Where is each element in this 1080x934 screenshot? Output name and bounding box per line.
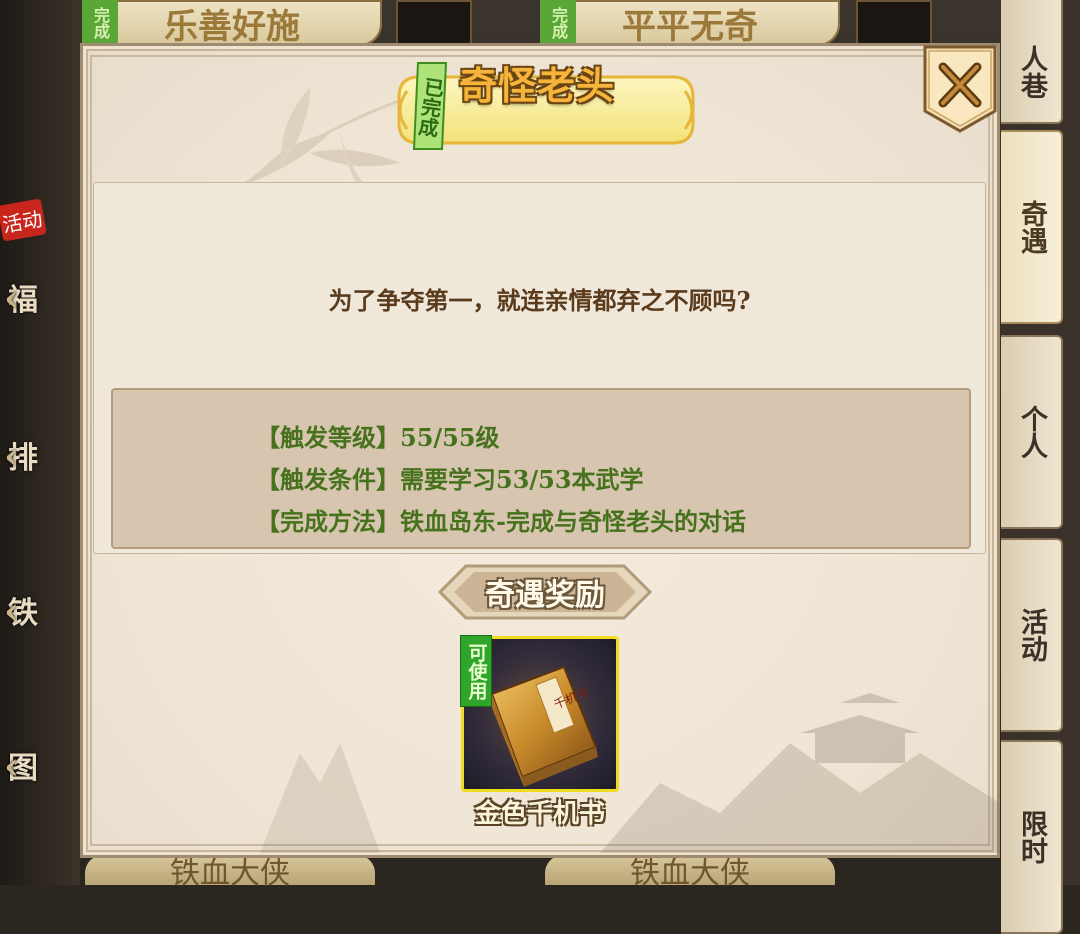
quest-card[interactable]: 完成 平平无奇 bbox=[540, 0, 840, 47]
tab-qiyu[interactable]: 奇遇 bbox=[1001, 130, 1063, 324]
right-tab-bar: 人巷 奇遇 个人 活动 限时 bbox=[1001, 0, 1080, 934]
reward-header: 奇遇奖励 bbox=[485, 578, 605, 613]
tab-huodong[interactable]: 活动 bbox=[1001, 538, 1063, 732]
tab-geren[interactable]: 个人 bbox=[1001, 335, 1063, 529]
dialog-title: 奇怪老头 bbox=[458, 62, 615, 108]
encounter-content: 为了争夺第一，就连亲情都弃之不顾吗? 【触发等级】55/55级 【触发条件】需要… bbox=[93, 182, 986, 554]
reward-item[interactable]: 千机书 可使用 bbox=[460, 635, 619, 792]
encounter-dialog: 已完成 奇怪老头 为了争夺第一，就连亲情都弃之不顾吗? 【触发等级】55/55级… bbox=[80, 43, 1000, 858]
left-nav-item[interactable]: ‹ 图 bbox=[0, 730, 46, 800]
left-nav-item[interactable]: ‹ 排 bbox=[0, 420, 46, 490]
quest-card[interactable]: 铁血大侠 bbox=[545, 855, 835, 891]
chevron-left-icon: ‹ bbox=[4, 587, 20, 633]
usable-tag: 可使用 bbox=[460, 635, 492, 707]
reward-item-name: 金色千机书 bbox=[474, 799, 605, 829]
chevron-left-icon: ‹ bbox=[4, 274, 20, 320]
close-button[interactable] bbox=[923, 45, 997, 133]
done-tag: 完成 bbox=[540, 0, 576, 46]
pavilion-decoration bbox=[600, 693, 1000, 853]
done-tag: 完成 bbox=[82, 0, 118, 46]
left-nav-item[interactable]: ‹ 铁 bbox=[0, 575, 46, 645]
encounter-question: 为了争夺第一，就连亲情都弃之不顾吗? bbox=[328, 286, 751, 315]
quest-card[interactable]: 铁血大侠 bbox=[85, 855, 375, 891]
chevron-left-icon: ‹ bbox=[4, 742, 20, 788]
tab-renxiang[interactable]: 人巷 bbox=[1001, 0, 1063, 124]
trigger-level: 【触发等级】55/55级 bbox=[256, 423, 500, 452]
usable-tag-text: 可使用 bbox=[465, 642, 488, 700]
tab-xianshi[interactable]: 限时 bbox=[1001, 740, 1063, 934]
mountain-decoration bbox=[260, 743, 380, 853]
trigger-conditions: 【触发等级】55/55级 【触发条件】需要学习53/53本武学 【完成方法】铁血… bbox=[111, 388, 971, 549]
left-nav-item[interactable]: ‹ 福 bbox=[0, 262, 46, 332]
activity-badge: 活动 bbox=[0, 198, 47, 242]
trigger-condition: 【触发条件】需要学习53/53本武学 bbox=[256, 465, 644, 494]
quest-card[interactable]: 完成 乐善好施 bbox=[82, 0, 382, 47]
completion-method: 【完成方法】铁血岛东-完成与奇怪老头的对话 bbox=[256, 507, 746, 536]
chevron-left-icon: ‹ bbox=[4, 432, 20, 478]
